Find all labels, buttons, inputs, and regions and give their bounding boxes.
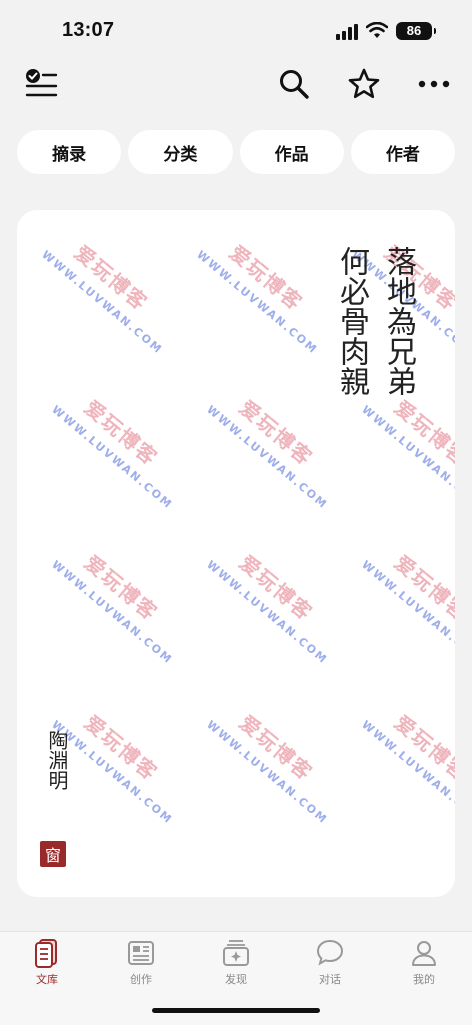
poem-line-1: 落地為兄弟 — [381, 246, 416, 396]
watermark-text-cn: 爱玩博客 — [79, 550, 163, 626]
filter-chips: 摘录 分类 作品 作者 — [17, 130, 455, 174]
discover-icon — [223, 940, 249, 966]
checklist-menu-icon — [25, 69, 58, 97]
tab-chat[interactable]: 对话 — [300, 938, 360, 988]
watermark-text-cn: 爱玩博客 — [224, 240, 308, 316]
home-indicator — [152, 1008, 320, 1013]
watermark-text-en: WWW.LUVWAN.COM — [204, 557, 331, 667]
profile-icon — [412, 941, 436, 966]
poem-author: 陶淵明 — [45, 730, 69, 790]
watermark-text-en: WWW.LUVWAN.COM — [39, 247, 166, 357]
tab-discover-label: 发现 — [225, 973, 247, 986]
tab-library[interactable]: 文库 — [17, 938, 77, 988]
favorite-button[interactable] — [344, 64, 384, 104]
star-icon — [348, 68, 380, 99]
tab-profile-label: 我的 — [413, 973, 435, 986]
watermark-text-en: WWW.LUVWAN.COM — [359, 717, 455, 827]
chat-icon — [316, 939, 344, 966]
watermark-text-en: WWW.LUVWAN.COM — [49, 402, 176, 512]
tab-library-label: 文库 — [36, 973, 58, 986]
watermark-text-cn: 爱玩博客 — [389, 395, 455, 471]
watermark-text-cn: 爱玩博客 — [234, 710, 318, 786]
tab-compose-label: 创作 — [130, 973, 152, 986]
status-time: 13:07 — [62, 19, 115, 41]
tab-compose[interactable]: 创作 — [111, 938, 171, 988]
watermark-text-cn: 爱玩博客 — [389, 550, 455, 626]
poem-card[interactable]: 爱玩博客 WWW.LUVWAN.COM 爱玩博客 WWW.LUVWAN.COM 爱玩博客… — [17, 210, 455, 897]
library-icon — [35, 939, 57, 968]
tab-chat-label: 对话 — [319, 973, 341, 986]
filter-authors[interactable]: 作者 — [350, 130, 455, 174]
status-bar: 13:07 86 — [0, 0, 472, 60]
watermark-text-cn: 爱玩博客 — [69, 240, 153, 316]
tab-profile[interactable]: 我的 — [394, 938, 454, 988]
top-toolbar — [0, 58, 472, 106]
filter-categories[interactable]: 分类 — [128, 130, 233, 174]
search-button[interactable] — [274, 64, 314, 104]
battery-indicator: 86 — [396, 22, 436, 40]
search-icon — [280, 70, 309, 99]
watermark-text-cn: 爱玩博客 — [234, 550, 318, 626]
watermark-text-cn: 爱玩博客 — [79, 710, 163, 786]
compose-icon — [128, 941, 154, 965]
watermark-text-en: WWW.LUVWAN.COM — [194, 247, 321, 357]
watermark-text-cn: 爱玩博客 — [79, 395, 163, 471]
poem-line-2: 何必骨肉親 — [334, 246, 369, 396]
filter-excerpts[interactable]: 摘录 — [17, 130, 122, 174]
watermark-tile: 爱玩博客 WWW.LUVWAN.COM — [332, 522, 455, 668]
watermark-tile: 爱玩博客 WWW.LUVWAN.COM — [177, 682, 331, 828]
filter-works[interactable]: 作品 — [239, 130, 344, 174]
watermark-text-cn: 爱玩博客 — [389, 710, 455, 786]
more-button[interactable] — [412, 64, 456, 104]
checklist-menu-button[interactable] — [22, 66, 60, 100]
watermark-tile: 爱玩博客 WWW.LUVWAN.COM — [177, 367, 331, 513]
wifi-icon — [366, 22, 388, 38]
watermark-tile: 爱玩博客 WWW.LUVWAN.COM — [22, 367, 176, 513]
watermark-tile: 爱玩博客 WWW.LUVWAN.COM — [167, 212, 321, 358]
watermark-text-cn: 爱玩博客 — [234, 395, 318, 471]
watermark-text-en: WWW.LUVWAN.COM — [359, 402, 455, 512]
watermark-text-en: WWW.LUVWAN.COM — [204, 717, 331, 827]
watermark-text-en: WWW.LUVWAN.COM — [49, 557, 176, 667]
watermark-tile: 爱玩博客 WWW.LUVWAN.COM — [17, 212, 166, 358]
more-icon — [418, 80, 450, 88]
watermark-tile: 爱玩博客 WWW.LUVWAN.COM — [332, 682, 455, 828]
watermark-text-en: WWW.LUVWAN.COM — [359, 557, 455, 667]
seal-stamp: 窗 — [40, 841, 66, 867]
watermark-tile: 爱玩博客 WWW.LUVWAN.COM — [177, 522, 331, 668]
watermark-text-en: WWW.LUVWAN.COM — [204, 402, 331, 512]
watermark-tile: 爱玩博客 WWW.LUVWAN.COM — [22, 522, 176, 668]
cellular-signal-icon — [336, 24, 358, 40]
tab-discover[interactable]: 发现 — [206, 938, 266, 988]
